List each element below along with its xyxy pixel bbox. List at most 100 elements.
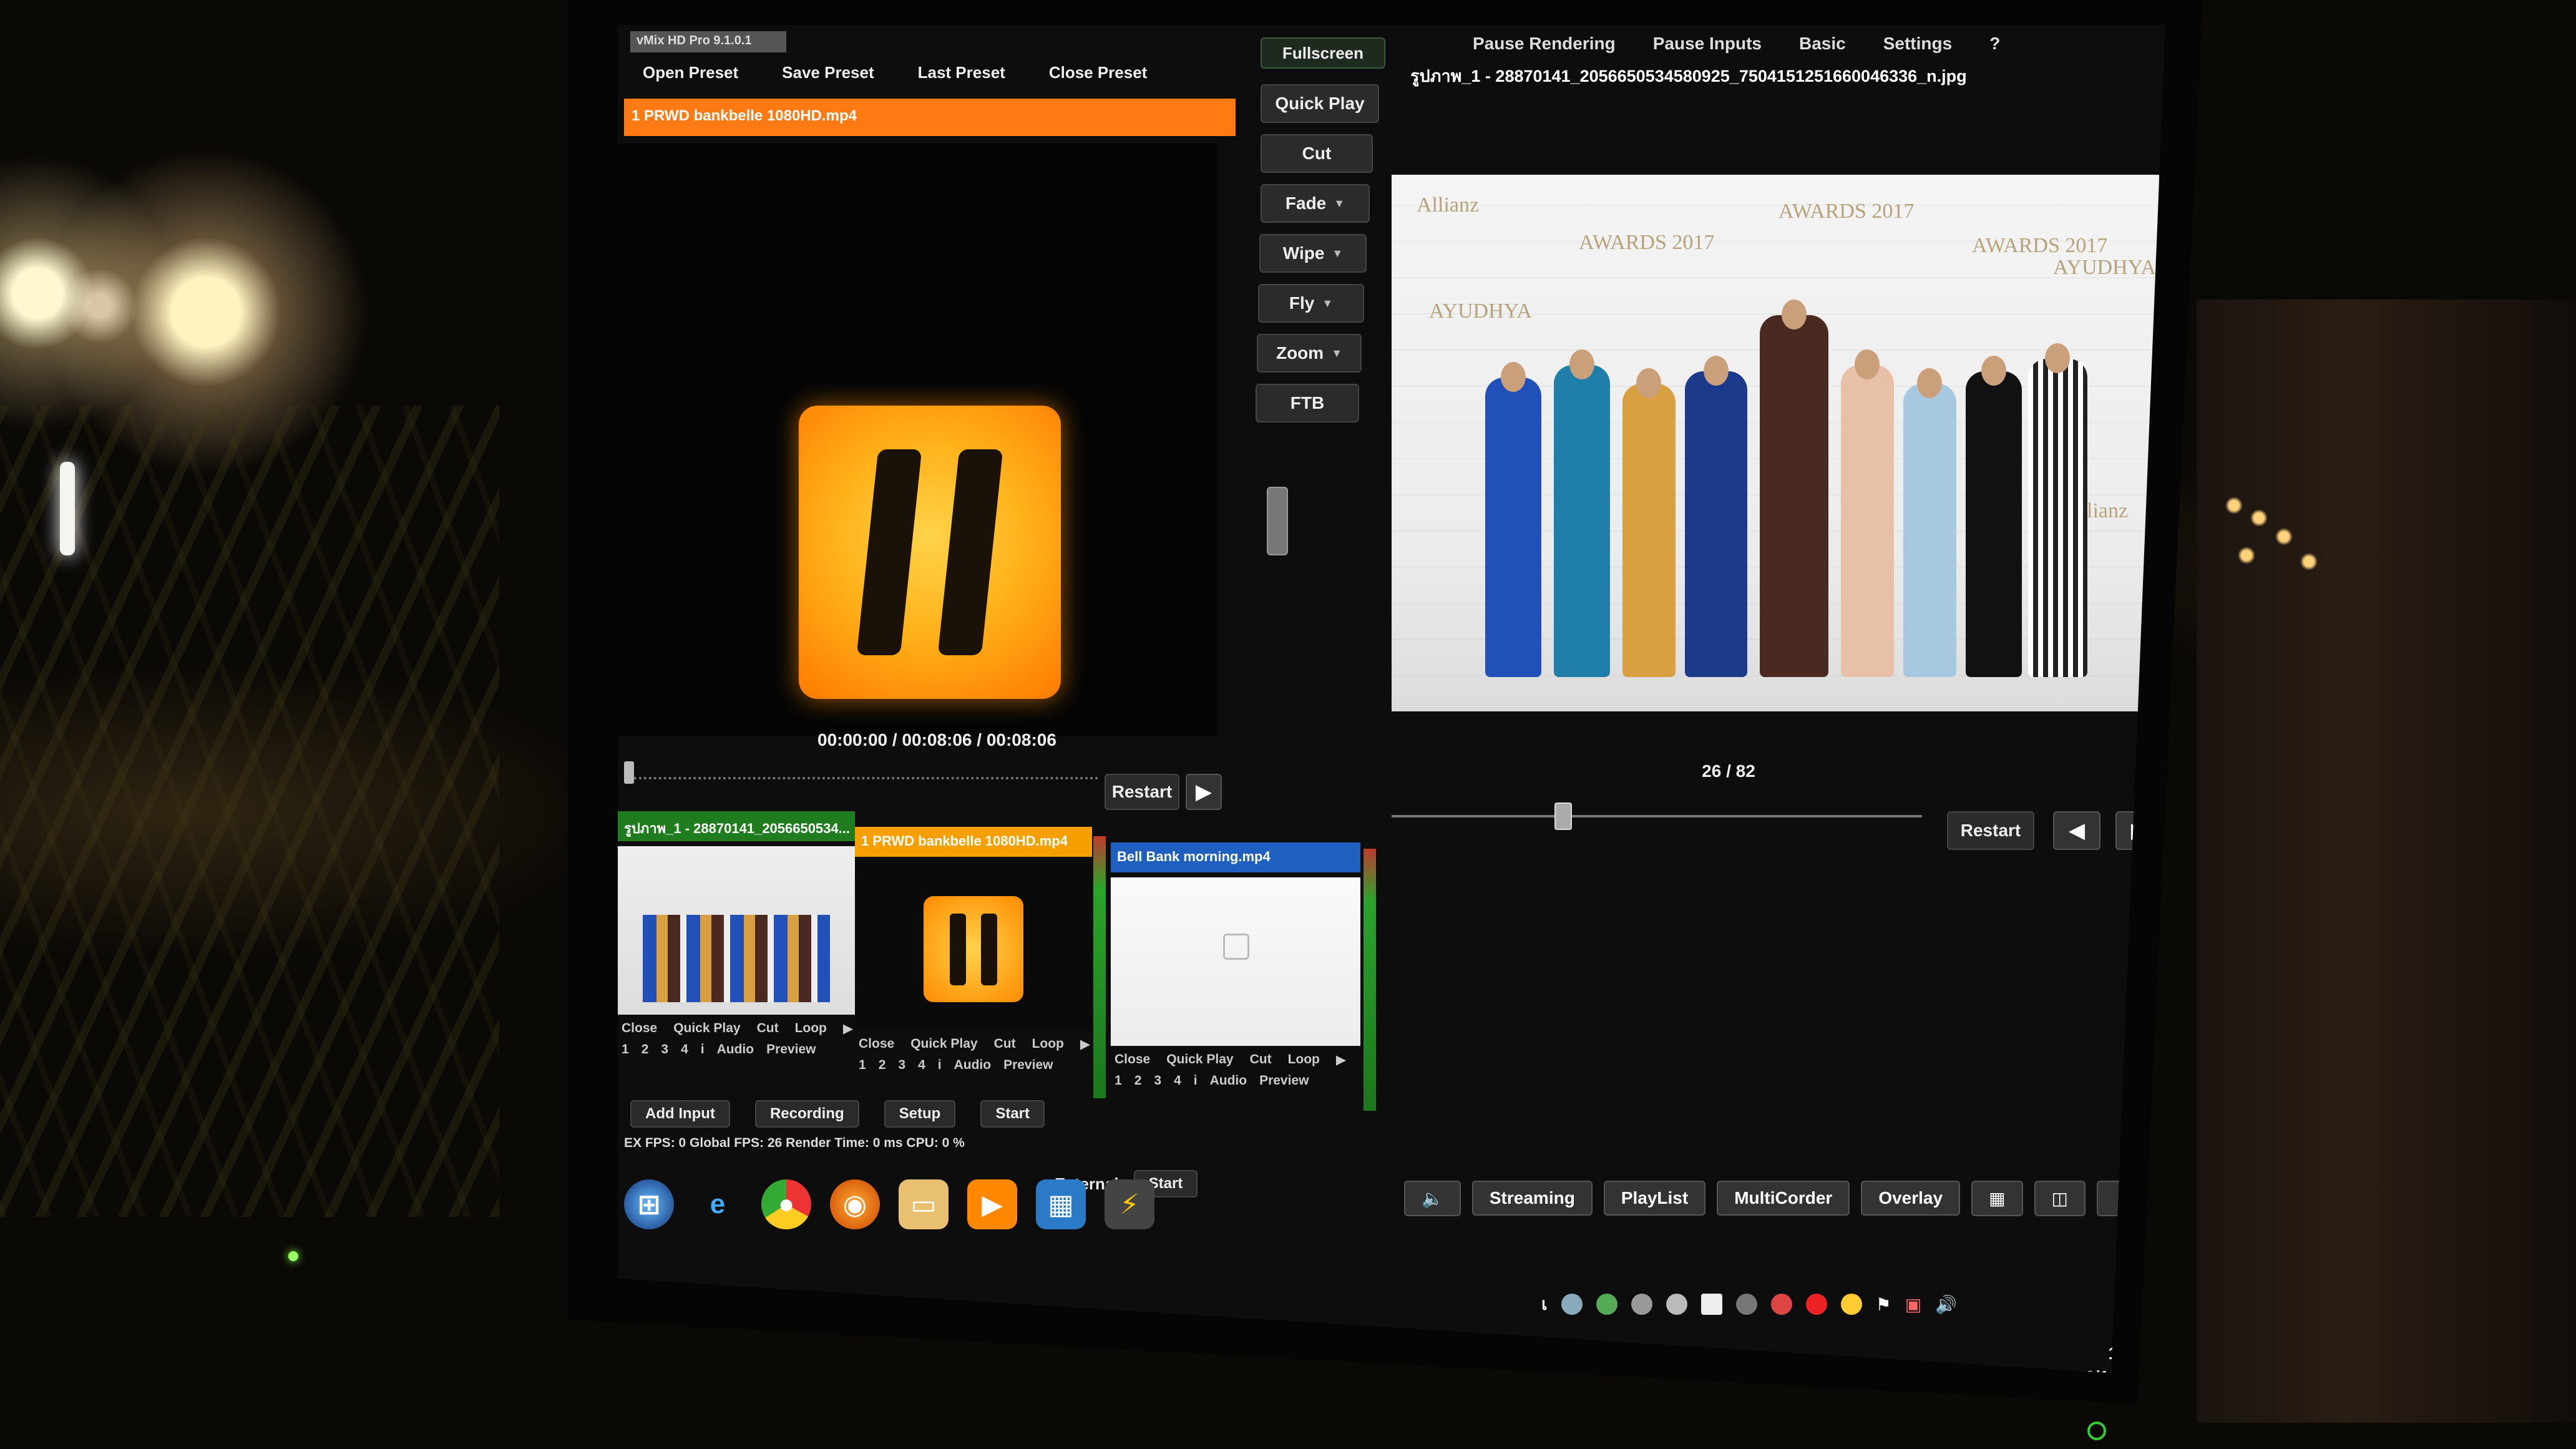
- overlay-1-button[interactable]: 1: [859, 1058, 866, 1073]
- lightning-app-icon[interactable]: ⚡: [1105, 1179, 1154, 1229]
- preview-scrubber[interactable]: [624, 761, 1098, 793]
- loop-button[interactable]: Loop: [1288, 1052, 1320, 1068]
- app-tray-icon[interactable]: [1700, 1294, 1722, 1315]
- multicorder-button[interactable]: MultiCorder: [1717, 1181, 1850, 1216]
- recording-button[interactable]: Recording: [754, 1100, 859, 1128]
- file-explorer-icon[interactable]: ▭: [899, 1179, 949, 1229]
- speaker-icon[interactable]: 🔊: [1935, 1294, 1957, 1315]
- overlay-1-button[interactable]: 1: [1115, 1073, 1122, 1088]
- loop-button[interactable]: Loop: [795, 1021, 827, 1037]
- input-thumbnail[interactable]: [618, 846, 855, 1015]
- snapshot-button[interactable]: ◫: [2034, 1180, 2086, 1216]
- loop-button[interactable]: Loop: [1032, 1037, 1064, 1052]
- last-preset-button[interactable]: Last Preset: [918, 63, 1005, 82]
- fade-button[interactable]: Fade ▼: [1261, 184, 1370, 223]
- overlay-2-button[interactable]: 2: [1134, 1073, 1142, 1088]
- headset-icon[interactable]: [1631, 1294, 1652, 1315]
- close-preset-button[interactable]: Close Preset: [1049, 63, 1148, 82]
- overlay-2-button[interactable]: 2: [879, 1058, 886, 1073]
- cut-button[interactable]: Cut: [1261, 134, 1373, 173]
- overlay-4-button[interactable]: 4: [1174, 1073, 1181, 1088]
- quick-play-button[interactable]: Quick Play: [1261, 84, 1379, 123]
- info-button[interactable]: i: [701, 1042, 705, 1057]
- overlay-3-button[interactable]: 3: [1154, 1073, 1161, 1088]
- cut-button[interactable]: Cut: [757, 1021, 779, 1037]
- output-restart-button[interactable]: Restart: [1947, 811, 2034, 850]
- play-icon[interactable]: ▶: [843, 1021, 853, 1037]
- network-icon[interactable]: [1561, 1294, 1583, 1315]
- start-recording-button[interactable]: Start: [980, 1100, 1045, 1128]
- audio-button[interactable]: Audio: [717, 1042, 754, 1057]
- transition-slider[interactable]: [1267, 487, 1288, 555]
- close-button[interactable]: Close: [1115, 1052, 1150, 1068]
- overlay-2-button[interactable]: 2: [642, 1042, 649, 1057]
- antivirus-icon[interactable]: [1770, 1294, 1792, 1315]
- quick-play-button[interactable]: Quick Play: [910, 1037, 977, 1052]
- close-button[interactable]: Close: [859, 1037, 894, 1052]
- vmix-icon[interactable]: ▦: [1036, 1179, 1086, 1229]
- quick-play-button[interactable]: Quick Play: [1166, 1052, 1233, 1068]
- input-thumbnail[interactable]: [855, 862, 1092, 1030]
- open-preset-button[interactable]: Open Preset: [643, 63, 738, 82]
- overlay-3-button[interactable]: 3: [898, 1058, 905, 1073]
- help-button[interactable]: ?: [1989, 34, 2000, 54]
- language-indicator[interactable]: เ: [1541, 1290, 1548, 1318]
- display-icon[interactable]: ▣: [1905, 1294, 1921, 1315]
- fly-button[interactable]: Fly ▼: [1258, 284, 1364, 323]
- flag-icon[interactable]: ⚑: [1876, 1294, 1891, 1315]
- previous-button[interactable]: ◀: [2053, 811, 2100, 850]
- input-card[interactable]: Bell Bank morning.mp4 Close Quick Play C…: [1111, 842, 1360, 1129]
- overlay-1-button[interactable]: 1: [622, 1042, 629, 1057]
- overlay-3-button[interactable]: 3: [661, 1042, 668, 1057]
- play-icon[interactable]: ▶: [1080, 1037, 1090, 1052]
- settings-button[interactable]: Settings: [1883, 34, 1952, 54]
- windows-start-icon[interactable]: ⊞: [624, 1179, 674, 1229]
- audio-button[interactable]: Audio: [1210, 1073, 1247, 1088]
- sync-icon[interactable]: [1666, 1294, 1687, 1315]
- fullscreen-button[interactable]: Fullscreen: [1261, 37, 1385, 69]
- overlay-4-button[interactable]: 4: [918, 1058, 925, 1073]
- audio-button[interactable]: Audio: [954, 1058, 991, 1073]
- preview-button[interactable]: Preview: [1003, 1058, 1053, 1073]
- cut-button[interactable]: Cut: [1250, 1052, 1272, 1068]
- chrome-icon[interactable]: ●: [761, 1179, 811, 1229]
- preview-play-button[interactable]: ▶: [1186, 774, 1222, 810]
- internet-explorer-icon[interactable]: e: [693, 1179, 743, 1229]
- input-thumbnail[interactable]: [1111, 877, 1360, 1046]
- wipe-button[interactable]: Wipe ▼: [1259, 234, 1367, 273]
- preview-restart-button[interactable]: Restart: [1105, 774, 1179, 810]
- preview-button[interactable]: Preview: [1259, 1073, 1309, 1088]
- play-icon[interactable]: ▶: [1336, 1052, 1346, 1068]
- add-input-button[interactable]: Add Input: [630, 1100, 730, 1128]
- bluetooth-icon[interactable]: [1735, 1294, 1757, 1315]
- info-button[interactable]: i: [938, 1058, 942, 1073]
- playlist-button[interactable]: PlayList: [1603, 1181, 1706, 1216]
- close-button[interactable]: Close: [622, 1021, 657, 1037]
- alert-icon[interactable]: [1805, 1294, 1827, 1315]
- setup-button[interactable]: Setup: [884, 1100, 956, 1128]
- scrub-handle[interactable]: [1554, 803, 1572, 830]
- ftb-button[interactable]: FTB: [1256, 384, 1359, 422]
- zoom-button[interactable]: Zoom ▼: [1257, 334, 1362, 373]
- security-icon[interactable]: [1596, 1294, 1617, 1315]
- streaming-button[interactable]: Streaming: [1471, 1181, 1593, 1216]
- firefox-icon[interactable]: ◉: [830, 1179, 880, 1229]
- scrub-handle[interactable]: [624, 761, 634, 784]
- quick-play-button[interactable]: Quick Play: [673, 1021, 740, 1037]
- media-player-icon[interactable]: ▶: [967, 1179, 1017, 1229]
- power-plan-icon[interactable]: [1840, 1294, 1862, 1315]
- volume-button[interactable]: 🔈: [1404, 1180, 1461, 1216]
- pause-rendering-button[interactable]: Pause Rendering: [1473, 34, 1616, 54]
- input-card[interactable]: รูปภาพ_1 - 28870141_2056650534... Close …: [618, 811, 855, 1098]
- preview-button[interactable]: Preview: [766, 1042, 816, 1057]
- basic-button[interactable]: Basic: [1799, 34, 1846, 54]
- output-scrubber[interactable]: [1392, 799, 1922, 830]
- overlay-button[interactable]: Overlay: [1861, 1181, 1961, 1216]
- overlay-4-button[interactable]: 4: [681, 1042, 688, 1057]
- cut-button[interactable]: Cut: [994, 1037, 1016, 1052]
- info-button[interactable]: i: [1194, 1073, 1198, 1088]
- pause-inputs-button[interactable]: Pause Inputs: [1653, 34, 1762, 54]
- input-card[interactable]: 1 PRWD bankbelle 1080HD.mp4 Close Quick …: [855, 827, 1092, 1114]
- save-preset-button[interactable]: Save Preset: [782, 63, 874, 82]
- grid-view-button[interactable]: ▦: [1971, 1180, 2023, 1216]
